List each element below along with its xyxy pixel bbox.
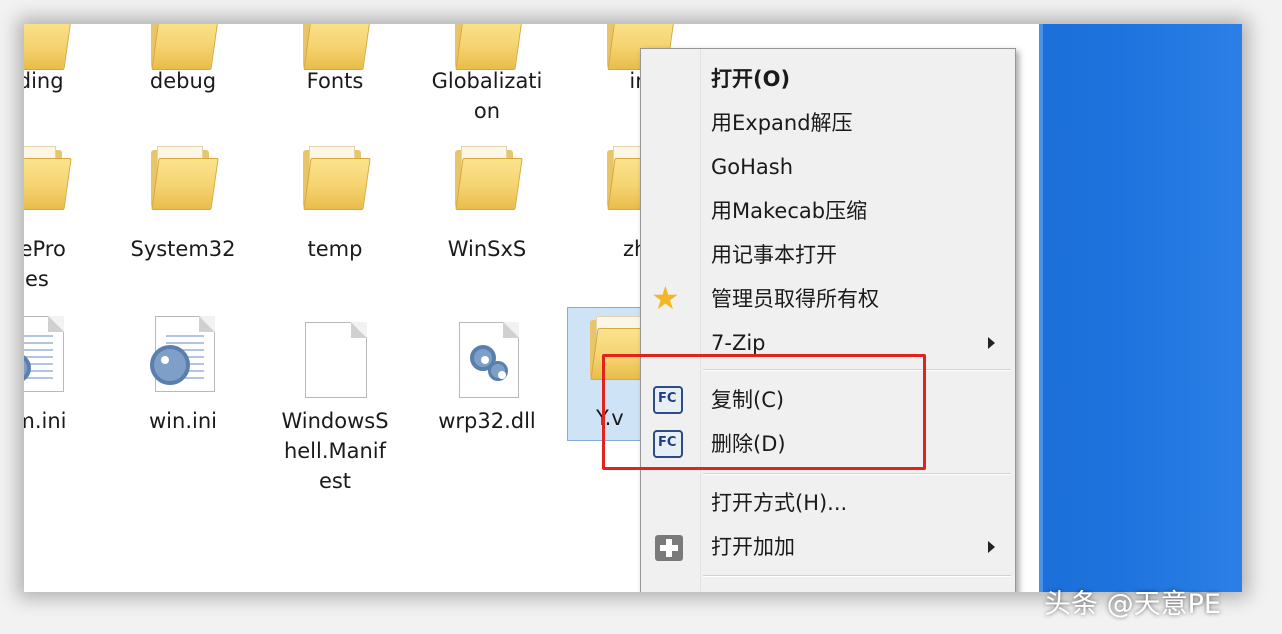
desktop-background (1039, 24, 1242, 592)
dll-file-icon (459, 322, 519, 398)
menu-item-label: 打开(O) (711, 67, 791, 91)
folder-label: WinSxS (447, 237, 527, 261)
menu-item-take-ownership[interactable]: ★ 管理员取得所有权 (641, 279, 1015, 319)
folder-label: System32 (130, 237, 236, 261)
context-menu: 打开(O) 用Expand解压 GoHash 用Makecab压缩 用记事本打开… (640, 48, 1016, 592)
menu-separator (703, 473, 1011, 475)
folder-icon (24, 144, 72, 210)
menu-item-label: 打开加加 (711, 535, 795, 559)
folder-icon (455, 24, 523, 70)
file-label: WindowsS hell.Manif est (281, 409, 389, 493)
submenu-arrow-icon (988, 541, 995, 553)
folder-icon (303, 24, 371, 70)
watermark-text: 头条 @天意PE (1044, 589, 1221, 620)
folder-icon (151, 24, 219, 70)
folder-label: Globalizati on (431, 69, 543, 123)
menu-item-open-plus[interactable]: 打开加加 (641, 527, 1015, 567)
highlight-annotation-box (602, 354, 926, 470)
folder-label: temp (307, 237, 363, 261)
menu-item-makecab-compress[interactable]: 用Makecab压缩 (641, 191, 1015, 231)
gear-icon (150, 345, 190, 385)
submenu-arrow-icon (988, 337, 995, 349)
blank-file-icon (305, 322, 367, 398)
folder-icon (455, 144, 523, 210)
folder-label: icePro les (24, 237, 66, 291)
folder-label: debug (149, 69, 217, 93)
menu-item-gohash[interactable]: GoHash (641, 147, 1015, 187)
menu-separator (703, 575, 1011, 577)
folder-label: nding (24, 69, 64, 93)
screenshot-frame: nding debug Fonts Globalizati on in (24, 24, 1242, 592)
menu-item-label: 用Expand解压 (711, 111, 853, 135)
folder-icon (303, 144, 371, 210)
menu-item-label: 用记事本打开 (711, 243, 837, 267)
menu-item-open[interactable]: 打开(O) (641, 59, 1015, 99)
star-icon: ★ (651, 279, 680, 317)
plus-icon (655, 535, 683, 561)
folder-label: Fonts (306, 69, 364, 93)
menu-item-open-with[interactable]: 打开方式(H)... (641, 483, 1015, 523)
menu-item-label: GoHash (711, 155, 794, 179)
file-label: win.ini (149, 409, 217, 433)
menu-item-expand-extract[interactable]: 用Expand解压 (641, 103, 1015, 143)
menu-item-label: 打开方式(H)... (711, 491, 848, 515)
settings-file-icon (24, 316, 64, 392)
folder-icon (24, 24, 72, 70)
folder-icon (151, 144, 219, 210)
menu-item-label: 用Makecab压缩 (711, 199, 868, 223)
file-label: em.ini (24, 409, 67, 433)
settings-file-icon (150, 316, 215, 392)
file-label: wrp32.dll (438, 409, 536, 433)
gear-icon (488, 361, 508, 381)
menu-item-label: 管理员取得所有权 (711, 287, 879, 311)
menu-item-open-with-notepad[interactable]: 用记事本打开 (641, 235, 1015, 275)
